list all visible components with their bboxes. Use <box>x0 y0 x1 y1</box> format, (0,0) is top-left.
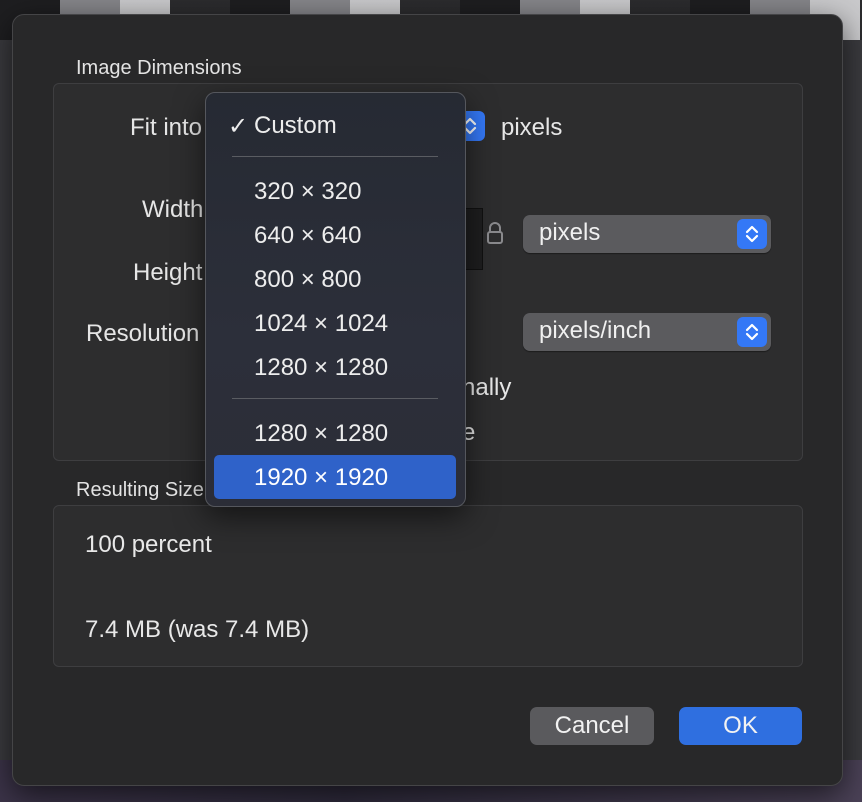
menu-separator <box>232 156 438 157</box>
file-size-text: 7.4 MB (was 7.4 MB) <box>85 616 310 643</box>
menu-item-label: 320 × 320 <box>254 178 362 205</box>
fit-into-label: Fit into <box>130 114 203 141</box>
ok-button[interactable]: OK <box>679 707 802 745</box>
menu-item-custom[interactable]: ✓ Custom <box>214 103 456 147</box>
fit-into-unit-label: pixels <box>501 114 563 141</box>
checkmark-icon: ✓ <box>228 113 249 140</box>
menu-item-label: 1280 × 1280 <box>254 354 389 381</box>
width-label: Width <box>142 196 204 223</box>
resulting-size-title: Resulting Size <box>76 479 204 501</box>
menu-item-1920[interactable]: 1920 × 1920 <box>214 455 456 499</box>
chevron-up-down-icon <box>737 219 767 249</box>
menu-item-label: 640 × 640 <box>254 222 362 249</box>
chevron-up-down-icon <box>737 317 767 347</box>
size-unit-popup[interactable]: pixels <box>523 215 771 253</box>
size-unit-value: pixels <box>539 219 601 246</box>
menu-separator <box>232 398 438 399</box>
cancel-button[interactable]: Cancel <box>530 707 654 745</box>
menu-item-1024[interactable]: 1024 × 1024 <box>214 301 456 345</box>
menu-item-label: 1280 × 1280 <box>254 420 389 447</box>
menu-item-label: 1920 × 1920 <box>254 464 389 491</box>
menu-item-320[interactable]: 320 × 320 <box>214 169 456 213</box>
resulting-size-group: 100 percent 7.4 MB (was 7.4 MB) <box>53 505 803 667</box>
lock-icon[interactable] <box>486 221 504 250</box>
image-dimensions-title: Image Dimensions <box>76 57 242 79</box>
menu-item-800[interactable]: 800 × 800 <box>214 257 456 301</box>
menu-item-640[interactable]: 640 × 640 <box>214 213 456 257</box>
menu-item-label: Custom <box>254 112 337 139</box>
resolution-unit-value: pixels/inch <box>539 317 652 344</box>
resolution-label: Resolution <box>86 320 200 347</box>
menu-item-label: 800 × 800 <box>254 266 362 293</box>
fit-into-menu: ✓ Custom 320 × 320 640 × 640 800 × 800 1… <box>205 92 466 507</box>
percent-text: 100 percent <box>85 531 212 558</box>
scale-proportionally-label[interactable]: nally <box>462 374 511 402</box>
resolution-unit-popup[interactable]: pixels/inch <box>523 313 771 351</box>
height-label: Height <box>133 259 203 286</box>
menu-item-1280-alt[interactable]: 1280 × 1280 <box>214 411 456 455</box>
menu-item-1280[interactable]: 1280 × 1280 <box>214 345 456 389</box>
menu-item-label: 1024 × 1024 <box>254 310 389 337</box>
